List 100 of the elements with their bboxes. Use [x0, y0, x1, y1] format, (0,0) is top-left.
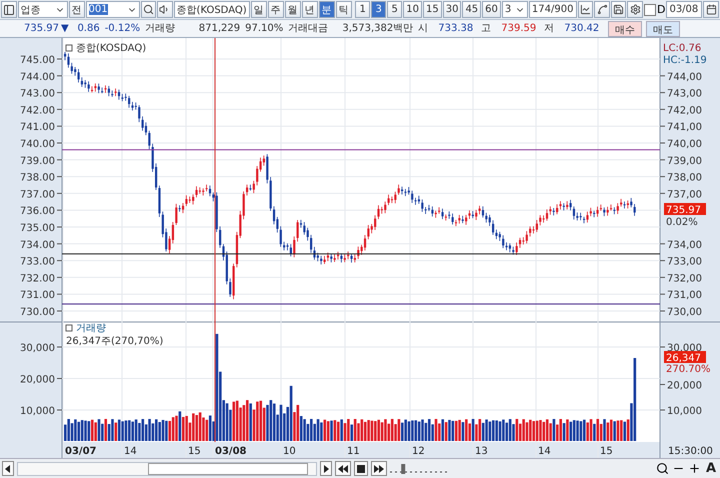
legend-icon — [66, 324, 72, 332]
axis-label: 739,00 — [667, 156, 702, 167]
axis-label: 733,00 — [667, 256, 702, 268]
interval-tab[interactable]: 10 — [403, 1, 422, 18]
interval-tab[interactable]: 1 — [355, 1, 370, 18]
time-label: 14 — [538, 446, 551, 457]
volume-value: 871,229 — [198, 22, 240, 36]
low-value: 730.42 — [563, 22, 600, 36]
axis-label: 734,00 — [667, 240, 702, 251]
axis-label: 732.00 — [20, 273, 55, 284]
amount-label: 거래대금 — [288, 22, 328, 36]
interval-tab[interactable]: 5 — [387, 1, 402, 18]
speaker-button[interactable] — [157, 1, 173, 18]
axis-label: 740.00 — [20, 139, 55, 150]
hc-label: HC:-1.19 — [663, 55, 707, 66]
interval-tab[interactable]: 30 — [442, 1, 462, 18]
volume-label: 거래량 — [145, 22, 176, 36]
zoom-slider[interactable] — [390, 462, 450, 476]
axis-label: 742.00 — [20, 105, 55, 116]
high-label: 고 — [481, 22, 492, 36]
lc-label: LC:0.76 — [663, 43, 702, 54]
scroll-left-button[interactable] — [2, 461, 14, 476]
scroll-right-button[interactable] — [320, 461, 332, 476]
volume-ratio: 97.10% — [245, 22, 284, 36]
market-field[interactable]: 업종 — [18, 1, 68, 18]
last-volume-tag: 26,347 — [664, 351, 706, 364]
end-time-label: 15:30:00 — [668, 446, 713, 457]
axis-label: 735.00 — [20, 223, 55, 234]
last-ratio-label: 270.70% — [666, 364, 710, 375]
checkbox[interactable] — [644, 4, 656, 16]
speaker-icon — [159, 4, 170, 15]
price-text: 735.97 — [24, 22, 59, 36]
axis-label: 734.00 — [20, 240, 55, 251]
count-field[interactable]: 3 — [502, 1, 528, 18]
low-label: 저 — [544, 22, 554, 36]
period-tab[interactable]: 월 — [284, 1, 301, 18]
axis-label: 738.00 — [20, 172, 55, 184]
axis-label: 743.00 — [20, 88, 55, 100]
rewind-button[interactable] — [335, 461, 351, 476]
high-value: 739.59 — [500, 22, 536, 36]
axis-label: 731,00 — [667, 290, 702, 302]
axis-label: 30,000 — [667, 343, 702, 354]
code-field[interactable]: 001 — [86, 1, 140, 18]
axis-label: 20,000 — [667, 380, 702, 392]
axis-label: 741.00 — [20, 122, 55, 134]
settings-icon[interactable] — [627, 1, 643, 18]
search-button[interactable] — [140, 1, 156, 18]
name-field: 종합(KOSDAQ) — [174, 1, 250, 18]
zoom-in-icon[interactable] — [688, 462, 701, 475]
interval-tab[interactable]: 45 — [462, 1, 482, 18]
period-tab[interactable]: 년 — [302, 1, 318, 18]
period-tab[interactable]: 분 — [318, 1, 335, 18]
curve-icon[interactable] — [594, 1, 610, 18]
font-button[interactable]: A — [704, 461, 718, 476]
range-field: 174/900 — [528, 1, 577, 18]
last-change-label: 0.02% — [666, 217, 698, 228]
buy-button[interactable]: 매수 — [608, 20, 642, 36]
scroll-thumb[interactable] — [148, 462, 308, 474]
forward-button[interactable] — [371, 461, 387, 476]
change-percent: -0.12% — [104, 22, 140, 36]
save-icon[interactable] — [610, 1, 626, 18]
axis-label: 736.00 — [20, 206, 55, 218]
axis-label: 742,00 — [667, 105, 702, 116]
axis-label: 741,00 — [667, 122, 702, 134]
period-tab[interactable]: 주 — [268, 1, 284, 18]
sell-button[interactable]: 매도 — [646, 20, 680, 36]
scrollbar[interactable] — [17, 462, 317, 476]
axis-label: 740,00 — [667, 139, 702, 150]
axis-label: 10,000 — [20, 406, 55, 417]
axis-label: 744,00 — [667, 72, 702, 83]
interval-tab[interactable]: 60 — [482, 1, 501, 18]
axis-label: 744.00 — [20, 72, 55, 83]
interval-tab[interactable]: 3 — [371, 1, 386, 18]
change-text: 0.86 — [76, 22, 100, 36]
period-tab[interactable]: 일 — [250, 1, 267, 18]
stop-icon — [357, 464, 365, 472]
open-value: 733.38 — [437, 22, 474, 36]
date-field[interactable]: 03/08 — [666, 1, 702, 18]
panel-icon[interactable] — [1, 1, 17, 18]
axis-label: 733.00 — [20, 256, 55, 268]
down-arrow: ▼ — [61, 22, 69, 36]
axis-label: 738,00 — [667, 172, 702, 184]
axis-label: 745.00 — [20, 55, 55, 66]
chart-add-icon[interactable] — [578, 1, 594, 18]
axis-label: 730.00 — [20, 307, 55, 318]
zoom-icon[interactable] — [656, 462, 669, 475]
calendar-icon[interactable] — [703, 1, 719, 18]
fast-forward-icon — [374, 464, 384, 472]
axis-label: 732,00 — [667, 273, 702, 284]
stop-button[interactable] — [354, 461, 368, 476]
time-label: 11 — [347, 446, 360, 457]
time-label: 15 — [188, 446, 201, 457]
time-label: 14 — [124, 446, 137, 457]
period-tab[interactable]: 틱 — [336, 1, 352, 18]
amount-value: 3,573,382백만 — [341, 22, 414, 36]
all-button[interactable]: 전 — [68, 1, 85, 18]
axis-label: 737,00 — [667, 189, 702, 200]
legend-icon — [66, 44, 72, 52]
volume-summary: 26,347주(270,70%) — [66, 336, 164, 347]
interval-tab[interactable]: 15 — [422, 1, 442, 18]
